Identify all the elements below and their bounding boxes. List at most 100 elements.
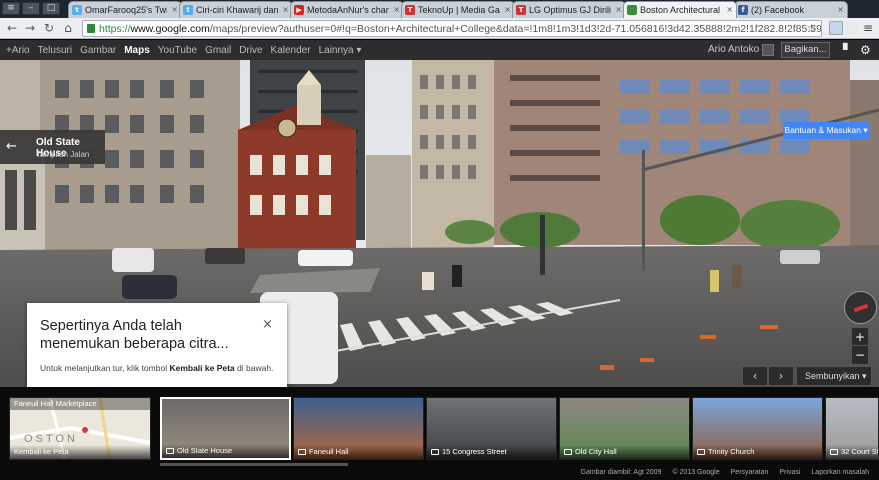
filmstrip: Faneuil Hall Marketplace OSTON Kembali k…	[0, 387, 879, 480]
camera-icon	[564, 449, 572, 455]
gbar-item-3[interactable]: Maps	[124, 45, 150, 56]
tab-0[interactable]: tOmarFarooq25's Twitte ×	[68, 1, 182, 18]
footer-links: Gambar diambil: Agt 2009 © 2013 Google Per…	[581, 469, 870, 476]
gbar-item-1[interactable]: Telusuri	[38, 45, 72, 56]
settings-icon[interactable]: ⚙	[860, 43, 871, 57]
google-nav: +Ario Telusuri Gambar Maps YouTube Gmail Drive…	[6, 40, 361, 60]
camera-icon	[830, 449, 838, 455]
map-thumb-label: Faneuil Hall Marketplace	[10, 398, 150, 410]
tab-title: TeknoUp | Media Gadg	[418, 5, 500, 15]
footer-link-4[interactable]: Laporkan masalah	[811, 469, 869, 476]
tab-close-icon[interactable]: ×	[837, 5, 844, 14]
zoom-in-button[interactable]: +	[852, 328, 868, 346]
tab-close-icon[interactable]: ×	[615, 5, 622, 14]
tab-title: Boston Architectural C	[640, 5, 722, 15]
tab-favicon-icon: t	[72, 5, 82, 15]
photo-thumb-label: Old State House	[177, 446, 233, 455]
tab-favicon-icon: T	[405, 5, 415, 15]
tab-title: MetodaAnNur's chann	[307, 5, 389, 15]
photo-thumb-label: 32 Court St	[841, 447, 878, 456]
maximize-button[interactable]: □	[42, 2, 60, 15]
tab-close-icon[interactable]: ×	[393, 5, 400, 14]
compass-needle-icon	[853, 303, 869, 313]
footer-link-2[interactable]: Persyaratan	[731, 469, 769, 476]
place-card[interactable]: ← Old State House Tampilan Jalan	[0, 130, 105, 164]
back-button[interactable]: ←	[4, 20, 20, 36]
user-name[interactable]: Ario Antoko	[708, 44, 759, 55]
photo-thumb-caption: Trinity Church	[693, 445, 822, 459]
camera-icon	[298, 449, 306, 455]
tab-5[interactable]: Boston Architectural C ×	[623, 1, 737, 18]
gbar-item-4[interactable]: YouTube	[158, 45, 197, 56]
zoom-out-button[interactable]: −	[852, 346, 868, 364]
tab-close-icon[interactable]: ×	[171, 5, 178, 14]
camera-icon	[697, 449, 705, 455]
photo-thumb-label: Faneuil Hall	[309, 447, 349, 456]
filmstrip-scrollbar[interactable]	[160, 463, 348, 466]
popup-title: Sepertinya Anda telah menemukan beberapa…	[40, 318, 229, 352]
tab-list: tOmarFarooq25's Twitte×tCiri-ciri Khawar…	[68, 1, 848, 18]
photo-thumb-3[interactable]: Old City Hall	[559, 397, 690, 460]
back-to-map-caption: Kembali ke Peta	[10, 445, 150, 459]
photo-thumb-4[interactable]: Trinity Church	[692, 397, 823, 460]
minimize-button[interactable]: –	[22, 2, 40, 15]
bookmark-star-icon[interactable]: ☆	[806, 21, 817, 35]
tab-title: OmarFarooq25's Twitte	[85, 5, 167, 15]
address-bar[interactable]: https://www.google.com/maps/preview?auth…	[82, 20, 822, 37]
tab-close-icon[interactable]: ×	[282, 5, 289, 14]
close-icon[interactable]: ×	[262, 317, 273, 332]
popup-body: Untuk melanjutkan tur, klik tombol Kemba…	[40, 363, 274, 373]
forward-button[interactable]: →	[22, 20, 38, 36]
chrome-menu-icon[interactable]: ≡	[861, 21, 875, 35]
tab-1[interactable]: t Ciri-ciri Khawarij dan S ×	[179, 1, 293, 18]
reload-button[interactable]: ↻	[41, 20, 57, 36]
gbar-item-7[interactable]: Kalender	[271, 45, 311, 56]
hide-button[interactable]: Sembunyikan ▾	[796, 366, 872, 386]
tab-3[interactable]: TTeknoUp | Media Gadg ×	[401, 1, 515, 18]
camera-icon	[166, 448, 174, 454]
tab-title: Ciri-ciri Khawarij dan S	[196, 5, 278, 15]
photo-thumb-caption: Old State House	[162, 444, 289, 458]
extension-icon[interactable]	[829, 21, 843, 35]
share-button[interactable]: Bagikan...	[781, 42, 830, 58]
photo-thumb-caption: Old City Hall	[560, 445, 689, 459]
photo-thumb-0[interactable]: Old State House	[160, 397, 291, 460]
browser-window: ≡ – □ tOmarFarooq25's Twitte×tCiri-ciri …	[0, 0, 879, 480]
photo-thumb-2[interactable]: 15 Congress Street	[426, 397, 557, 460]
url-text: https://www.google.com/maps/preview?auth…	[99, 22, 822, 35]
next-arrow-icon[interactable]: ›	[768, 366, 794, 386]
back-to-map-thumb[interactable]: Faneuil Hall Marketplace OSTON Kembali k…	[9, 397, 151, 460]
photo-thumb-caption: 15 Congress Street	[427, 445, 556, 459]
tab-6[interactable]: f (2) Facebook ×	[734, 1, 848, 18]
tab-strip: ≡ – □ tOmarFarooq25's Twitte×tCiri-ciri …	[0, 0, 879, 18]
photo-thumb-label: Old City Hall	[575, 447, 617, 456]
menu-button[interactable]: ≡	[2, 2, 20, 15]
profile-icon[interactable]	[844, 21, 858, 35]
filmstrip-nav: ‹ ›	[742, 366, 794, 386]
notification-icon[interactable]	[762, 44, 774, 56]
compass-icon[interactable]	[844, 291, 877, 324]
gbar-item-5[interactable]: Gmail	[205, 45, 231, 56]
photo-thumb-1[interactable]: Faneuil Hall	[293, 397, 424, 460]
toolbar: ← → ↻ ⌂ https://www.google.com/maps/prev…	[0, 18, 879, 39]
tab-favicon-icon: t	[183, 5, 193, 15]
apps-icon[interactable]: ▘	[843, 43, 852, 57]
prev-arrow-icon[interactable]: ‹	[742, 366, 768, 386]
tab-favicon-icon: ▶	[294, 5, 304, 15]
gbar-item-8[interactable]: Lainnya ▾	[319, 45, 362, 56]
photo-thumb-5[interactable]: 32 Court St	[825, 397, 879, 460]
tab-4[interactable]: T LG Optimus GJ Dirilis ×	[512, 1, 626, 18]
photo-thumb-caption: Faneuil Hall	[294, 445, 423, 459]
gbar-item-0[interactable]: +Ario	[6, 45, 30, 56]
tab-favicon-icon	[627, 5, 637, 15]
gbar-item-2[interactable]: Gambar	[80, 45, 116, 56]
tab-2[interactable]: ▶ MetodaAnNur's chann ×	[290, 1, 404, 18]
footer-link-3[interactable]: Privasi	[779, 469, 800, 476]
tab-close-icon[interactable]: ×	[726, 5, 733, 14]
tab-close-icon[interactable]: ×	[504, 5, 511, 14]
gbar-item-6[interactable]: Drive	[239, 45, 262, 56]
tour-popup: Sepertinya Anda telah menemukan beberapa…	[27, 303, 287, 395]
back-arrow-icon[interactable]: ←	[6, 139, 17, 154]
home-button[interactable]: ⌂	[60, 20, 76, 36]
help-feedback-button[interactable]: Bantuan & Masukan ▾	[783, 122, 869, 139]
